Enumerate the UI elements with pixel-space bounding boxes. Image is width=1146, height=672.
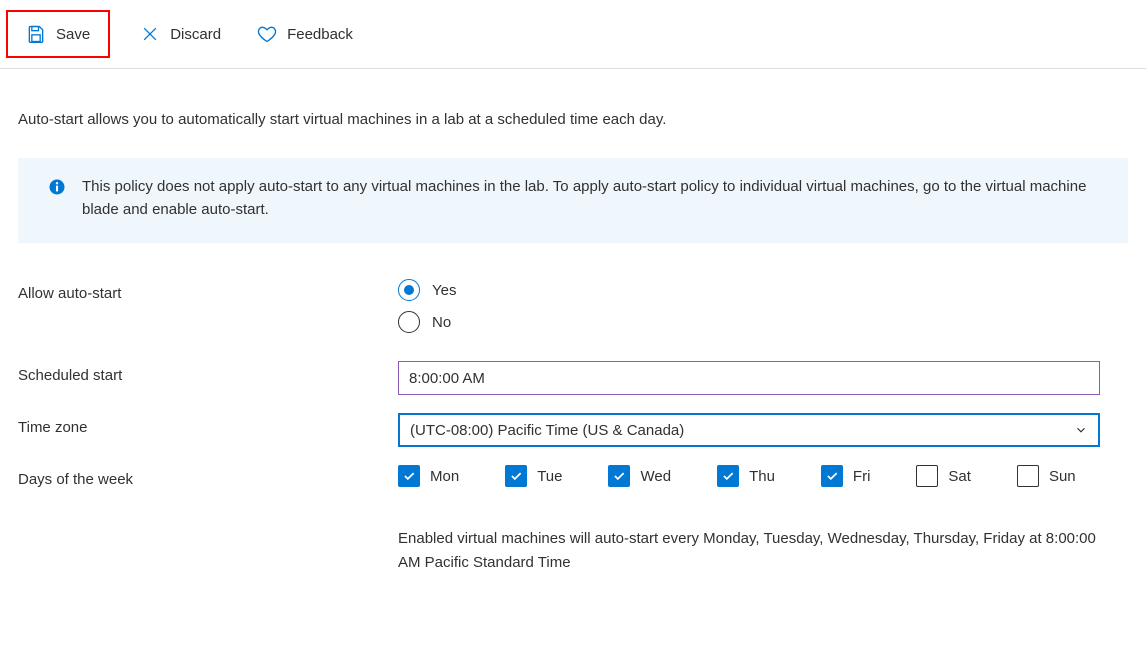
discard-button-label: Discard xyxy=(170,26,221,43)
day-wed[interactable]: Wed xyxy=(608,465,671,487)
day-fri[interactable]: Fri xyxy=(821,465,871,487)
discard-button[interactable]: Discard xyxy=(134,20,227,48)
close-icon xyxy=(140,24,160,44)
page-description: Auto-start allows you to automatically s… xyxy=(18,111,1128,128)
info-banner-text: This policy does not apply auto-start to… xyxy=(82,176,1106,221)
day-thu[interactable]: Thu xyxy=(717,465,775,487)
label-scheduled-start: Scheduled start xyxy=(18,361,398,384)
feedback-button-label: Feedback xyxy=(287,26,353,43)
save-highlight-box: Save xyxy=(6,10,110,58)
day-label: Sun xyxy=(1049,468,1076,485)
radio-yes-label: Yes xyxy=(432,282,456,299)
row-days: Days of the week Mon Tue Wed Thu xyxy=(18,465,1128,575)
row-allow-autostart: Allow auto-start Yes No xyxy=(18,279,1128,333)
day-label: Wed xyxy=(640,468,671,485)
checkbox-icon xyxy=(398,465,420,487)
day-label: Fri xyxy=(853,468,871,485)
day-label: Sat xyxy=(948,468,971,485)
heart-icon xyxy=(257,24,277,44)
radio-yes[interactable]: Yes xyxy=(398,279,1100,301)
timezone-select[interactable]: (UTC-08:00) Pacific Time (US & Canada) xyxy=(398,413,1100,447)
day-label: Thu xyxy=(749,468,775,485)
day-label: Mon xyxy=(430,468,459,485)
radio-icon xyxy=(398,279,420,301)
save-button-label: Save xyxy=(56,26,90,43)
checkbox-icon xyxy=(608,465,630,487)
radio-no[interactable]: No xyxy=(398,311,1100,333)
days-checkbox-row: Mon Tue Wed Thu Fri xyxy=(398,465,1100,487)
feedback-button[interactable]: Feedback xyxy=(251,20,359,48)
day-sun[interactable]: Sun xyxy=(1017,465,1076,487)
schedule-summary: Enabled virtual machines will auto-start… xyxy=(398,527,1100,575)
label-timezone: Time zone xyxy=(18,413,398,436)
save-button[interactable]: Save xyxy=(20,20,96,48)
save-icon xyxy=(26,24,46,44)
day-label: Tue xyxy=(537,468,562,485)
checkbox-icon xyxy=(1017,465,1039,487)
day-tue[interactable]: Tue xyxy=(505,465,562,487)
info-banner: This policy does not apply auto-start to… xyxy=(18,158,1128,243)
allow-autostart-radio-group: Yes No xyxy=(398,279,1100,333)
label-allow-autostart: Allow auto-start xyxy=(18,279,398,302)
checkbox-icon xyxy=(505,465,527,487)
day-sat[interactable]: Sat xyxy=(916,465,971,487)
day-mon[interactable]: Mon xyxy=(398,465,459,487)
checkbox-icon xyxy=(821,465,843,487)
radio-icon xyxy=(398,311,420,333)
chevron-down-icon xyxy=(1074,423,1088,437)
form-body: Auto-start allows you to automatically s… xyxy=(0,69,1146,623)
timezone-value: (UTC-08:00) Pacific Time (US & Canada) xyxy=(410,422,684,439)
scheduled-start-input[interactable] xyxy=(398,361,1100,395)
label-days: Days of the week xyxy=(18,465,398,488)
row-timezone: Time zone (UTC-08:00) Pacific Time (US &… xyxy=(18,413,1128,447)
checkbox-icon xyxy=(717,465,739,487)
checkbox-icon xyxy=(916,465,938,487)
radio-no-label: No xyxy=(432,314,451,331)
row-scheduled-start: Scheduled start xyxy=(18,361,1128,395)
toolbar: Save Discard Feedback xyxy=(0,0,1146,69)
info-icon xyxy=(48,178,66,196)
